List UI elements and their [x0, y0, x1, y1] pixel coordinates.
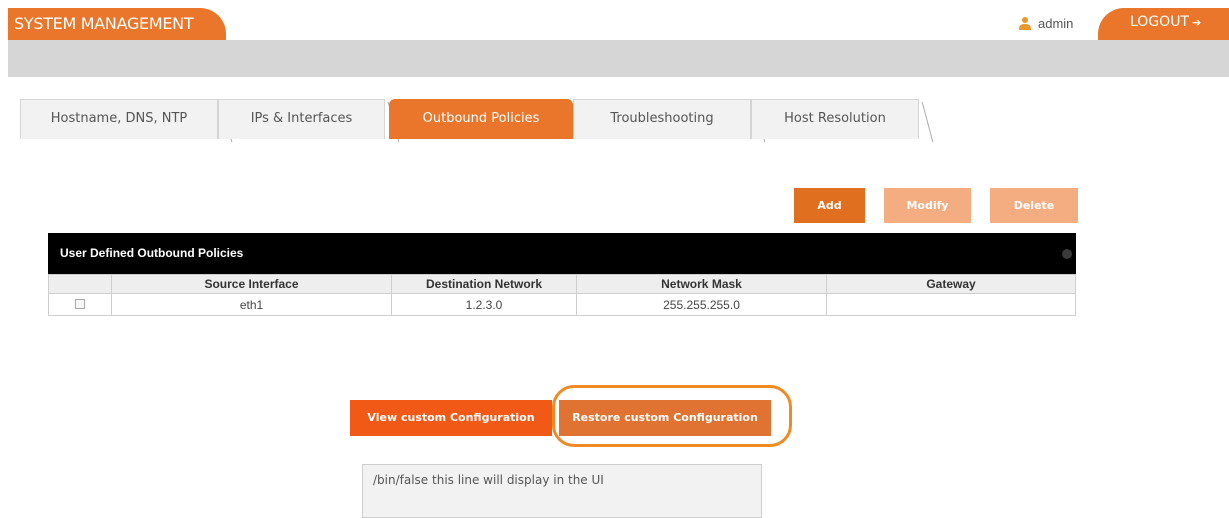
grid-caption: User Defined Outbound Policies	[60, 246, 244, 260]
tab-hostname-dns-ntp[interactable]: Hostname, DNS, NTP	[20, 99, 218, 139]
row-select-cell	[48, 293, 112, 316]
grid-caption-bar: User Defined Outbound Policies	[48, 233, 1076, 274]
column-header-select	[48, 274, 112, 294]
delete-button[interactable]: Delete	[990, 188, 1078, 223]
column-header-network-mask[interactable]: Network Mask	[576, 274, 827, 294]
column-header-source-interface[interactable]: Source Interface	[111, 274, 392, 294]
restore-custom-configuration-button[interactable]: Restore custom Configuration	[559, 400, 771, 436]
table-row[interactable]: eth1 1.2.3.0 255.255.255.0	[48, 293, 1076, 316]
cell-destination-network: 1.2.3.0	[391, 293, 577, 316]
logout-label: LOGOUT	[1130, 14, 1189, 30]
logout-button[interactable]: LOGOUT ➔	[1098, 8, 1229, 40]
outbound-policies-grid: User Defined Outbound Policies Source In…	[48, 233, 1076, 316]
tab-outbound-policies[interactable]: Outbound Policies	[389, 99, 573, 139]
username: admin	[1038, 15, 1074, 31]
column-header-destination-network[interactable]: Destination Network	[391, 274, 577, 294]
cell-source-interface: eth1	[111, 293, 392, 316]
sub-header-bar	[8, 40, 1229, 77]
cell-network-mask: 255.255.255.0	[576, 293, 827, 316]
modify-button[interactable]: Modify	[884, 188, 971, 223]
tab-ips-interfaces[interactable]: IPs & Interfaces	[218, 99, 385, 139]
tab-host-resolution[interactable]: Host Resolution	[751, 99, 919, 139]
collapse-icon[interactable]	[1062, 249, 1072, 259]
logout-icon: ➔	[1192, 16, 1202, 29]
user-icon	[1019, 17, 1031, 30]
cell-gateway	[826, 293, 1076, 316]
policies-table: Source Interface Destination Network Net…	[48, 274, 1076, 316]
column-header-gateway[interactable]: Gateway	[826, 274, 1076, 294]
custom-configuration-output: /bin/false this line will display in the…	[362, 464, 762, 518]
tab-troubleshooting[interactable]: Troubleshooting	[573, 99, 751, 139]
add-button[interactable]: Add	[794, 188, 865, 223]
top-bar: SYSTEM MANAGEMENT admin LOGOUT ➔	[0, 0, 1229, 40]
user-info: admin	[1018, 14, 1073, 32]
table-header-row: Source Interface Destination Network Net…	[48, 274, 1076, 294]
view-custom-configuration-button[interactable]: View custom Configuration	[350, 400, 552, 436]
row-checkbox[interactable]	[75, 298, 85, 309]
app-title: SYSTEM MANAGEMENT	[8, 8, 226, 40]
